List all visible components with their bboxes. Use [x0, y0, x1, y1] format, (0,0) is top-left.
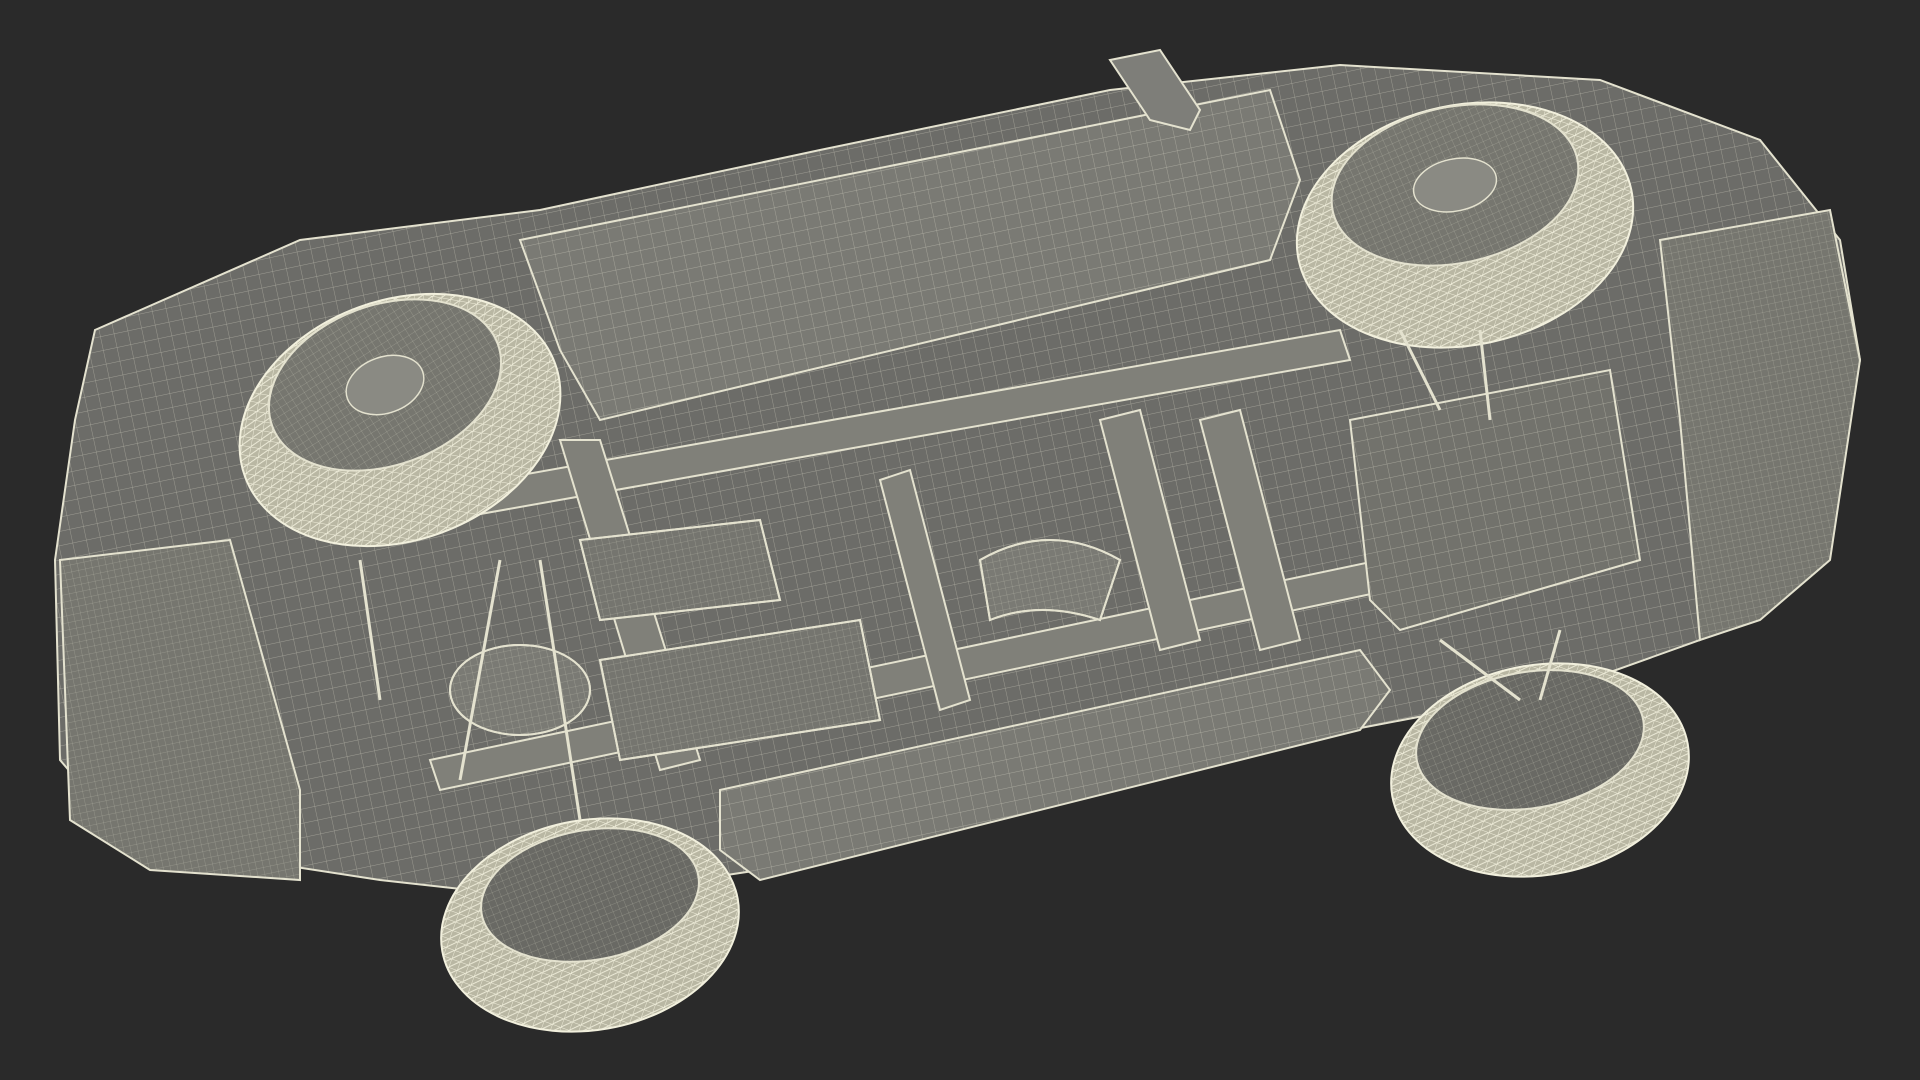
render-viewport — [0, 0, 1920, 1080]
vehicle-underside-render — [53, 48, 1862, 1033]
